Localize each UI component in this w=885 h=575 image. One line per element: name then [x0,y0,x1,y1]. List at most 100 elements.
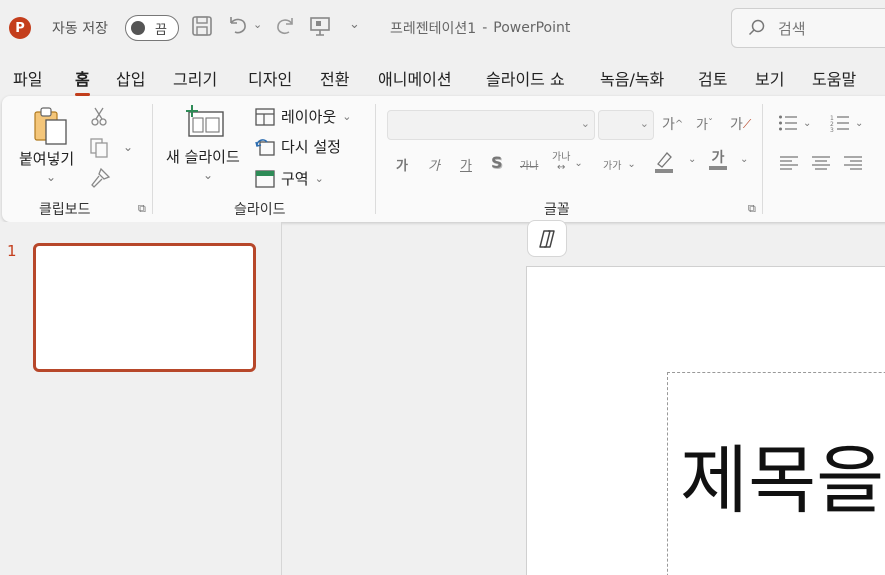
font-color-bar [709,166,727,170]
tab-draw[interactable]: 그리기 [173,66,217,90]
bold-button[interactable]: 가 [396,155,408,174]
shrink-font-button[interactable]: 가ˇ [696,114,713,133]
undo-dropdown-chevron-icon[interactable]: ⌄ [253,18,262,31]
underline-button[interactable]: 가 [460,155,472,174]
font-name-chevron-icon: ⌄ [580,117,590,130]
clear-formatting-icon: 가 [730,117,743,133]
title-placeholder[interactable]: 제목을 [667,372,885,575]
strikethrough-button[interactable]: 가나 [520,157,538,172]
tab-file[interactable]: 파일 [13,66,42,90]
autosave-state: 끔 [155,23,167,38]
bullets-button[interactable]: ⌄ [778,114,811,132]
new-slide-button[interactable] [183,104,225,140]
layout-icon [255,107,275,126]
grow-font-button[interactable]: 가 ^ [662,114,683,134]
document-name: 프레젠테이션1 [390,21,477,37]
present-from-start-button[interactable] [308,14,332,38]
font-color-button[interactable]: 가 [709,150,727,170]
tab-review[interactable]: 검토 [698,66,727,90]
clear-formatting-button[interactable]: 가 ⟋ [730,114,751,134]
slide-thumbnails-pane: 1 [0,222,282,575]
ribbon-home-panel: 붙여넣기 ⌄ ⌄ 클립보드 ⧉ 새 슬라이드 ⌄ 레이아웃 ⌄ 다시 설정 구역… [2,96,885,222]
section-chevron-icon: ⌄ [314,172,324,185]
autosave-toggle[interactable]: 끔 [125,15,179,41]
section-icon [255,169,275,188]
scissors-icon [91,107,107,126]
tab-design[interactable]: 디자인 [248,66,292,90]
svg-text:3: 3 [830,127,834,132]
new-slide-chevron-icon[interactable]: ⌄ [203,168,213,182]
copy-dropdown-chevron-icon[interactable]: ⌄ [123,140,133,154]
font-color-chevron-icon[interactable]: ⌄ [740,154,748,165]
numbering-icon: 123 [830,115,849,132]
document-title: 프레젠테이션1 - PowerPoint [390,17,570,39]
tab-home[interactable]: 홈 [75,66,90,96]
search-input[interactable]: 검색 [731,8,885,48]
autosave-label: 자동 저장 [52,21,108,37]
undo-icon [230,17,246,34]
copilot-button[interactable] [527,220,567,257]
slide-canvas[interactable]: 제목을 [526,266,885,575]
slide-thumbnail[interactable] [33,243,256,372]
text-highlight-button[interactable] [653,150,675,174]
slides-group-label: 슬라이드 [234,202,286,218]
search-icon [748,19,765,36]
tab-slideshow[interactable]: 슬라이드 쇼 [486,66,565,90]
search-placeholder: 검색 [778,19,806,38]
layout-button[interactable]: 레이아웃 ⌄ [255,106,351,127]
tab-view[interactable]: 보기 [755,66,784,90]
character-spacing-button[interactable]: 가나 ↔ ⌄ [552,153,583,173]
font-launcher-icon[interactable]: ⧉ [748,202,756,216]
shadow-button[interactable]: S [491,153,503,172]
save-button[interactable] [190,14,214,38]
undo-button[interactable] [226,14,250,38]
layout-label: 레이아웃 [281,108,337,126]
new-slide-label: 새 슬라이드 [166,148,240,166]
paste-button[interactable] [32,106,70,146]
tab-animations[interactable]: 애니메이션 [378,66,452,90]
clipboard-launcher-icon[interactable]: ⧉ [138,202,146,216]
section-button[interactable]: 구역 ⌄ [255,168,324,189]
cut-button[interactable] [89,106,109,126]
section-label: 구역 [281,170,309,188]
paste-icon [34,107,67,145]
bullets-icon [779,115,797,131]
align-center-button[interactable] [812,156,830,170]
ribbon-tabs: 파일 홈 삽입 그리기 디자인 전환 애니메이션 슬라이드 쇼 녹음/녹화 검토… [0,62,885,96]
align-left-icon [780,156,798,170]
slide-number: 1 [7,242,17,260]
font-name-dropdown[interactable]: ⌄ [387,110,595,140]
tab-help[interactable]: 도움말 [812,66,856,90]
font-group-label: 글꼴 [544,202,570,218]
tab-insert[interactable]: 삽입 [116,66,145,90]
align-left-button[interactable] [780,156,798,170]
redo-icon [277,18,293,34]
title-separator: - [482,20,488,36]
group-divider [762,104,763,214]
numbering-button[interactable]: 123 ⌄ [830,114,863,132]
group-divider [375,104,376,214]
font-size-dropdown[interactable]: ⌄ [598,110,654,140]
change-case-button[interactable]: 가가 ⌄ [603,157,636,172]
paste-label: 붙여넣기 [19,150,75,168]
italic-button[interactable]: 가 [428,155,440,174]
title-placeholder-text: 제목을 [680,438,885,524]
align-center-icon [812,156,830,170]
change-case-icon: 가가 [603,161,622,172]
align-right-button[interactable] [844,156,862,170]
app-name: PowerPoint [493,20,571,36]
highlighter-icon [655,152,673,173]
tab-record[interactable]: 녹음/녹화 [600,66,664,90]
reset-button[interactable]: 다시 설정 [255,136,341,157]
format-painter-button[interactable] [89,167,111,189]
title-bar: P 자동 저장 끔 ⌄ ⌄ 프레젠테이션1 - PowerPoint 검색 [0,0,885,56]
layout-chevron-icon: ⌄ [342,110,352,123]
grow-font-icon: 가 [662,117,675,133]
tab-transitions[interactable]: 전환 [320,66,349,90]
customize-qat-icon[interactable]: ⌄ [349,17,360,32]
copy-button[interactable] [89,137,111,159]
paste-dropdown-chevron-icon[interactable]: ⌄ [46,170,56,184]
group-divider [152,104,153,214]
redo-button[interactable] [273,14,297,38]
highlight-chevron-icon[interactable]: ⌄ [688,154,696,165]
